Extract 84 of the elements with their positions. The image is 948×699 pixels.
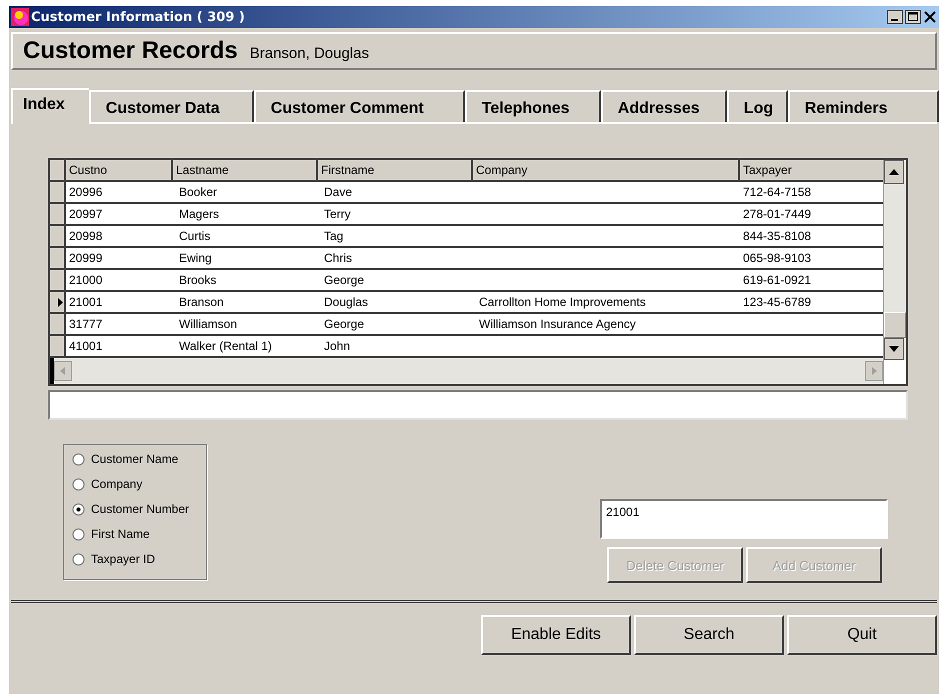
tab[interactable]: Log — [726, 90, 788, 122]
page-heading: Customer Records — [23, 37, 238, 65]
radio-option[interactable]: Customer Name — [72, 449, 206, 469]
table-cell-text: 20997 — [68, 206, 104, 223]
table-cell-text: 712-64-7158 — [742, 184, 812, 201]
table-cell-text: George — [323, 316, 366, 333]
radio-option[interactable]: Company — [72, 474, 206, 494]
table-cell-text: Carrollton Home Improvements — [478, 294, 647, 311]
minimize-icon[interactable] — [887, 10, 903, 24]
row-header[interactable] — [50, 204, 66, 224]
table-cell-text: 619-61-0921 — [742, 272, 812, 289]
row-header[interactable] — [50, 336, 66, 356]
vertical-scrollbar[interactable] — [883, 160, 906, 384]
table-cell-text: Williamson Insurance Agency — [478, 316, 637, 333]
table-cell-text: Williamson — [178, 316, 238, 333]
row-header[interactable] — [50, 182, 66, 202]
tab[interactable]: Addresses — [600, 90, 727, 122]
table-cell-text: Booker — [178, 184, 218, 201]
table-cell-text: Ewing — [178, 250, 213, 267]
scroll-up-icon[interactable] — [884, 160, 904, 184]
radio-label: Customer Name — [91, 452, 178, 466]
table-cell-text: Magers — [178, 206, 220, 223]
radio-button[interactable] — [72, 502, 85, 516]
window-title: Customer Information ( 309 ) — [31, 10, 246, 24]
table-cell-text: 31777 — [68, 316, 104, 333]
row-header[interactable] — [50, 292, 66, 312]
row-header[interactable] — [50, 314, 66, 334]
table-cell-text: George — [323, 272, 366, 289]
table-cell-text: Terry — [323, 206, 352, 223]
table-cell-text: Branson — [178, 294, 225, 311]
radio-button[interactable] — [72, 552, 85, 566]
radio-option[interactable]: First Name — [72, 524, 206, 544]
row-header[interactable] — [50, 270, 66, 290]
row-pointer-icon — [58, 298, 63, 306]
footer-button[interactable]: Enable Edits — [481, 615, 631, 655]
table-cell-text: 123-45-6789 — [742, 294, 812, 311]
table-cell-text: Dave — [323, 184, 354, 201]
footer-button[interactable]: Search — [634, 615, 784, 655]
input-field[interactable] — [48, 390, 908, 420]
tab[interactable]: Customer Data — [88, 90, 254, 122]
table-cell-text: 41001 — [68, 338, 104, 355]
tab[interactable]: Telephones — [464, 90, 601, 122]
search-field[interactable]: 21001 — [600, 499, 888, 539]
table-cell-text: Curtis — [178, 228, 212, 245]
table-cell-text: Tag — [323, 228, 344, 245]
radio-label: First Name — [91, 527, 150, 541]
table-cell-text: 20998 — [68, 228, 104, 245]
row-header[interactable] — [50, 226, 66, 246]
table-cell-text: 20999 — [68, 250, 104, 267]
table-cell-text: Brooks — [178, 272, 218, 289]
row-header[interactable] — [50, 248, 66, 268]
table-cell-text: Douglas — [323, 294, 370, 311]
app-icon — [11, 8, 29, 26]
table-cell-text: John — [323, 338, 352, 355]
table-cell-text: 21000 — [68, 272, 104, 289]
close-icon[interactable] — [923, 10, 937, 24]
column-header[interactable]: Firstname — [318, 160, 473, 180]
radio-label: Company — [91, 477, 142, 491]
column-header[interactable]: Lastname — [173, 160, 318, 180]
table-cell-text: 844-35-8108 — [742, 228, 812, 245]
table-cell-text: Chris — [323, 250, 354, 267]
radio-button[interactable] — [72, 452, 85, 466]
column-header[interactable]: Taxpayer — [740, 160, 865, 180]
radio-button[interactable] — [72, 528, 85, 540]
tab[interactable]: Index — [11, 88, 89, 124]
customer-name: Branson, Douglas — [250, 44, 369, 62]
table-cell-text: 065-98-9103 — [742, 250, 812, 267]
table-cell-text: 21001 — [68, 294, 104, 311]
scroll-thumb[interactable] — [884, 312, 906, 338]
table-cell-text: 20996 — [68, 184, 104, 201]
table-cell-text: 278-01-7449 — [742, 206, 812, 223]
tab[interactable]: Reminders — [788, 90, 939, 122]
column-header[interactable]: Custno — [66, 160, 173, 180]
footer-button[interactable]: Quit — [787, 615, 937, 655]
radio-option[interactable]: Customer Number — [72, 499, 206, 519]
maximize-icon[interactable] — [905, 10, 921, 24]
column-header[interactable]: Company — [473, 160, 740, 180]
radio-label: Taxpayer ID — [91, 552, 156, 566]
radio-option[interactable]: Taxpayer ID — [72, 549, 206, 569]
tab[interactable]: Customer Comment — [254, 90, 465, 122]
radio-button[interactable] — [72, 478, 85, 490]
table-cell-text: Walker (Rental 1) — [178, 338, 273, 355]
scroll-down-icon[interactable] — [884, 338, 904, 360]
radio-label: Customer Number — [91, 502, 190, 516]
